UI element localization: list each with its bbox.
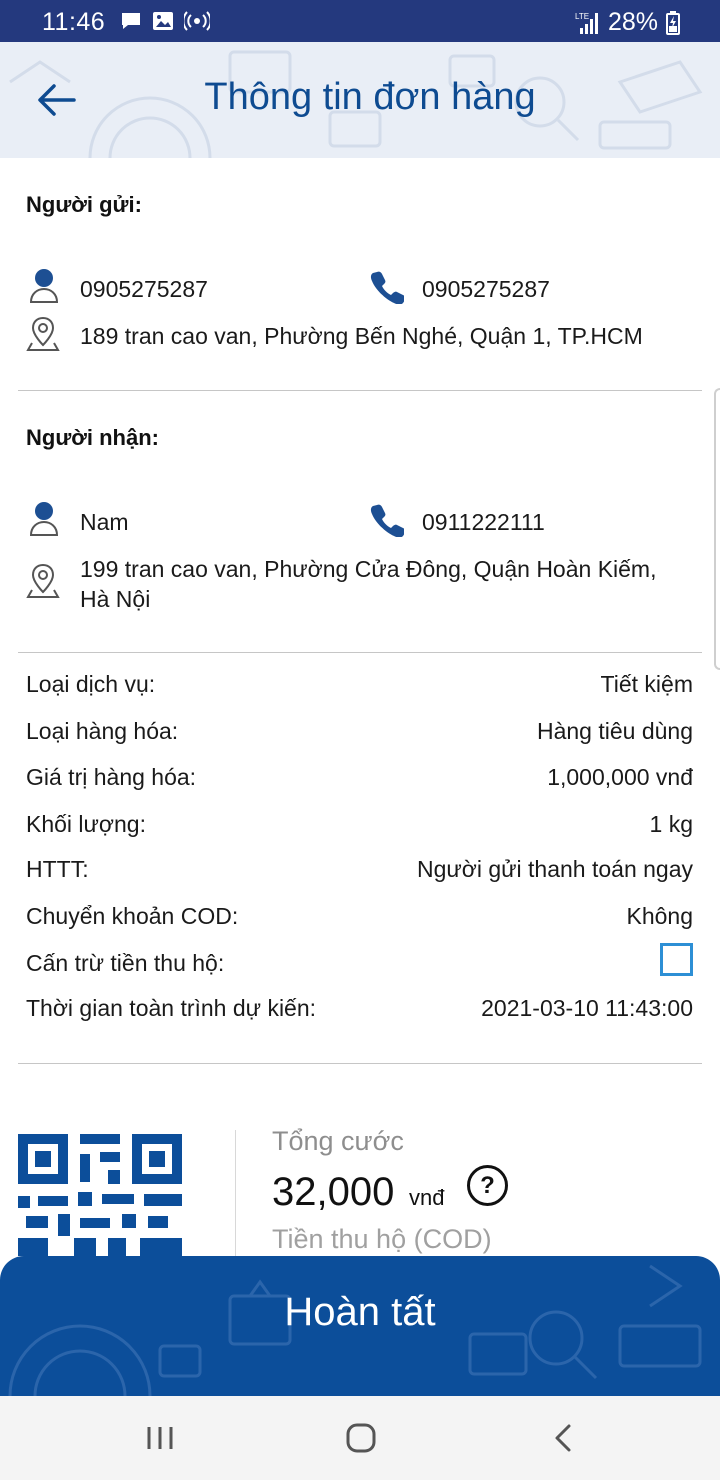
receiver-address-line2: Hà Nội bbox=[80, 586, 151, 612]
image-icon bbox=[153, 12, 173, 30]
total-fee-label: Tổng cước bbox=[272, 1126, 404, 1156]
location-pin-icon bbox=[26, 316, 60, 351]
home-button[interactable] bbox=[331, 1414, 391, 1462]
cod-transfer-label: Chuyển khoản COD: bbox=[26, 903, 239, 929]
payment-method-label: HTTT: bbox=[26, 856, 89, 882]
estimated-time-label: Thời gian toàn trình dự kiến: bbox=[26, 995, 317, 1021]
help-icon[interactable]: ? bbox=[467, 1165, 508, 1206]
goods-type-label: Loại hàng hóa: bbox=[26, 718, 179, 744]
finish-button[interactable]: Hoàn tất bbox=[0, 1256, 720, 1396]
location-pin-icon bbox=[26, 563, 60, 598]
cod-offset-checkbox[interactable] bbox=[660, 943, 693, 976]
cod-transfer-value: Không bbox=[626, 903, 693, 929]
total-fee-amount: 32,000 bbox=[272, 1170, 395, 1214]
broadcast-icon bbox=[184, 11, 210, 31]
recent-apps-icon bbox=[147, 1427, 173, 1449]
phone-icon[interactable] bbox=[370, 270, 404, 304]
notification-icons bbox=[120, 10, 210, 32]
status-right: LTE 28% bbox=[574, 8, 680, 37]
weight-value: 1 kg bbox=[649, 811, 693, 837]
phone-icon[interactable] bbox=[370, 503, 404, 537]
sender-address: 189 tran cao van, Phường Bến Nghé, Quận … bbox=[80, 323, 643, 349]
summary-separator bbox=[235, 1130, 236, 1256]
status-bar: 11:46 LTE 28% bbox=[0, 0, 720, 42]
divider bbox=[18, 652, 702, 653]
finish-button-label: Hoàn tất bbox=[284, 1290, 436, 1334]
battery-percent: 28% bbox=[607, 8, 658, 36]
goods-value-label: Giá trị hàng hóa: bbox=[26, 764, 197, 790]
back-nav-button[interactable] bbox=[533, 1414, 593, 1462]
chevron-left-icon bbox=[555, 1424, 571, 1452]
page-title: Thông tin đơn hàng bbox=[204, 76, 536, 118]
receiver-name: Nam bbox=[80, 509, 129, 535]
system-nav-bar bbox=[0, 1396, 720, 1480]
receiver-phone: 0911222111 bbox=[422, 509, 545, 535]
message-icon bbox=[122, 13, 140, 29]
status-time: 11:46 bbox=[42, 8, 106, 36]
service-type-label: Loại dịch vụ: bbox=[26, 671, 156, 697]
weight-label: Khối lượng: bbox=[26, 811, 146, 837]
battery-charging-icon bbox=[666, 10, 680, 35]
divider bbox=[18, 390, 702, 391]
recent-apps-button[interactable] bbox=[130, 1414, 190, 1462]
payment-method-value: Người gửi thanh toán ngay bbox=[416, 856, 693, 882]
goods-type-value: Hàng tiêu dùng bbox=[536, 718, 693, 744]
estimated-time-value: 2021-03-10 11:43:00 bbox=[481, 995, 693, 1021]
divider bbox=[18, 1063, 702, 1064]
qr-code bbox=[18, 1134, 182, 1256]
total-fee-unit: vnđ bbox=[409, 1185, 445, 1210]
receiver-section-title: Người nhận: bbox=[26, 425, 159, 450]
person-icon bbox=[29, 502, 59, 536]
goods-value-value: 1,000,000 vnđ bbox=[547, 764, 693, 790]
app-header: Thông tin đơn hàng bbox=[0, 42, 720, 158]
scroll-indicator bbox=[714, 388, 720, 670]
cod-offset-label: Cấn trừ tiền thu hộ: bbox=[26, 950, 225, 976]
sender-phone: 0905275287 bbox=[422, 276, 550, 302]
home-icon bbox=[346, 1423, 376, 1453]
service-type-value: Tiết kiệm bbox=[600, 671, 693, 697]
receiver-address-line1: 199 tran cao van, Phường Cửa Đông, Quận … bbox=[80, 556, 657, 582]
person-icon bbox=[29, 269, 59, 303]
network-type: LTE bbox=[575, 12, 589, 21]
sender-section-title: Người gửi: bbox=[26, 192, 142, 217]
signal-icon: LTE bbox=[575, 12, 598, 34]
sender-name: 0905275287 bbox=[80, 276, 208, 302]
cod-amount-label: Tiền thu hộ (COD) bbox=[272, 1224, 492, 1254]
